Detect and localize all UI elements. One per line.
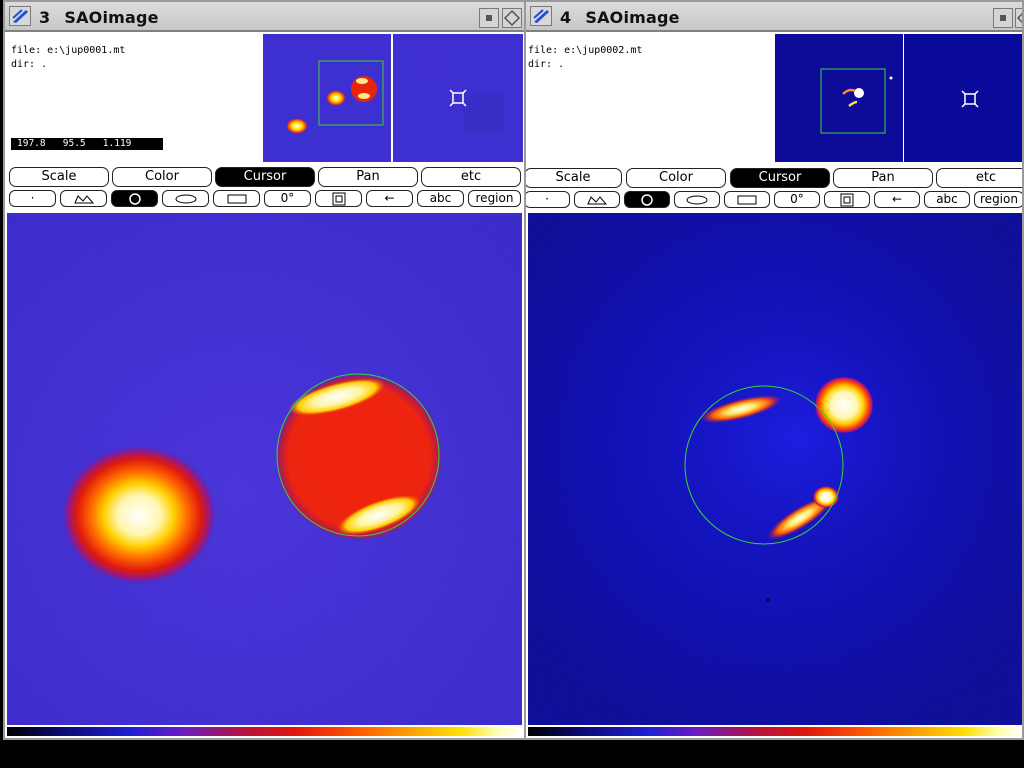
file-info: file: e:\jup0002.mt dir: . xyxy=(528,44,642,72)
color-button[interactable]: Color xyxy=(626,168,726,188)
file-info: file: e:\jup0001.mt dir: . xyxy=(11,44,125,72)
ellipse-cursor-icon xyxy=(175,194,196,203)
cursor-button[interactable]: Cursor xyxy=(730,168,830,188)
region-button[interactable]: region xyxy=(468,190,521,207)
file-name-text: file: e:\jup0002.mt xyxy=(528,45,643,56)
window-menu-icon xyxy=(12,9,28,23)
iconify-button[interactable] xyxy=(479,8,499,28)
colorbar xyxy=(528,727,1022,736)
polygon-cursor-icon xyxy=(73,194,94,203)
etc-button[interactable]: etc xyxy=(421,167,521,187)
angle-button[interactable]: 0° xyxy=(264,190,311,207)
color-button[interactable]: Color xyxy=(112,167,212,187)
region-button[interactable]: region xyxy=(974,191,1022,208)
io-footprint-spot xyxy=(813,486,839,508)
image-display[interactable] xyxy=(7,213,522,725)
io-moon-blob xyxy=(814,376,874,434)
window-menu-button[interactable] xyxy=(530,6,552,26)
directory-text: dir: . xyxy=(11,59,48,70)
annulus-cursor-icon xyxy=(840,193,854,206)
ellipse-cursor-button[interactable] xyxy=(162,190,209,207)
io-moon-blob xyxy=(61,445,217,585)
colorbar xyxy=(7,727,522,736)
circle-cursor-button[interactable] xyxy=(111,190,158,207)
iconify-icon xyxy=(1000,15,1006,21)
window-menu-button[interactable] xyxy=(9,6,31,26)
title-bar[interactable]: 4 SAOimage xyxy=(526,2,1022,32)
circle-cursor-icon xyxy=(641,193,653,206)
maximize-button[interactable] xyxy=(1015,8,1022,28)
circle-cursor-icon xyxy=(128,192,141,205)
window-menu-icon xyxy=(533,9,549,23)
box-cursor-button[interactable] xyxy=(724,191,770,208)
directory-text: dir: . xyxy=(528,59,565,70)
maximize-button[interactable] xyxy=(502,8,522,28)
angle-button[interactable]: 0° xyxy=(774,191,820,208)
pan-button[interactable]: Pan xyxy=(833,168,933,188)
text-cursor-button[interactable]: abc xyxy=(417,190,464,207)
iconify-button[interactable] xyxy=(993,8,1013,28)
point-cursor-button[interactable]: · xyxy=(9,190,56,207)
scale-button[interactable]: Scale xyxy=(9,167,109,187)
point-cursor-button[interactable]: · xyxy=(526,191,570,208)
etc-button[interactable]: etc xyxy=(936,168,1022,188)
annulus-cursor-button[interactable] xyxy=(824,191,870,208)
window-title: 4 SAOimage xyxy=(560,8,680,27)
polygon-cursor-button[interactable] xyxy=(60,190,107,207)
annulus-cursor-button[interactable] xyxy=(315,190,362,207)
iconify-icon xyxy=(486,15,492,21)
circle-cursor-button[interactable] xyxy=(624,191,670,208)
saoimage-window-4: 4SAOimage file: e:\jup0002.mtdir: . Sc xyxy=(524,0,1024,740)
box-cursor-button[interactable] xyxy=(213,190,260,207)
maximize-icon xyxy=(503,9,521,27)
ellipse-cursor-button[interactable] xyxy=(674,191,720,208)
arrow-cursor-button[interactable]: ← xyxy=(874,191,920,208)
polygon-cursor-icon xyxy=(587,195,608,204)
cursor-button[interactable]: Cursor xyxy=(215,167,315,187)
panner-thumbnail[interactable] xyxy=(263,34,391,162)
magnifier-thumbnail xyxy=(904,34,1022,162)
text-cursor-button[interactable]: abc xyxy=(924,191,970,208)
maximize-icon xyxy=(1016,12,1022,24)
box-cursor-icon xyxy=(227,194,246,203)
ellipse-cursor-icon xyxy=(686,195,708,204)
saoimage-window-3: 3 SAOimage file: e:\jup0001.mt dir: . 197.… xyxy=(3,0,526,740)
image-display[interactable] xyxy=(528,213,1022,725)
pan-button[interactable]: Pan xyxy=(318,167,418,187)
title-bar[interactable]: 3 SAOimage xyxy=(5,2,524,32)
window-title: 3 SAOimage xyxy=(39,8,159,27)
scale-button[interactable]: Scale xyxy=(526,168,622,188)
polygon-cursor-button[interactable] xyxy=(574,191,620,208)
annulus-cursor-icon xyxy=(332,192,345,205)
coordinate-readout: 197.8 95.5 1.119 xyxy=(11,138,163,150)
magnifier-thumbnail xyxy=(393,34,523,162)
arrow-cursor-button[interactable]: ← xyxy=(366,190,413,207)
box-cursor-icon xyxy=(737,195,757,204)
panner-thumbnail[interactable] xyxy=(775,34,903,162)
file-name-text: file: e:\jup0001.mt xyxy=(11,45,126,56)
